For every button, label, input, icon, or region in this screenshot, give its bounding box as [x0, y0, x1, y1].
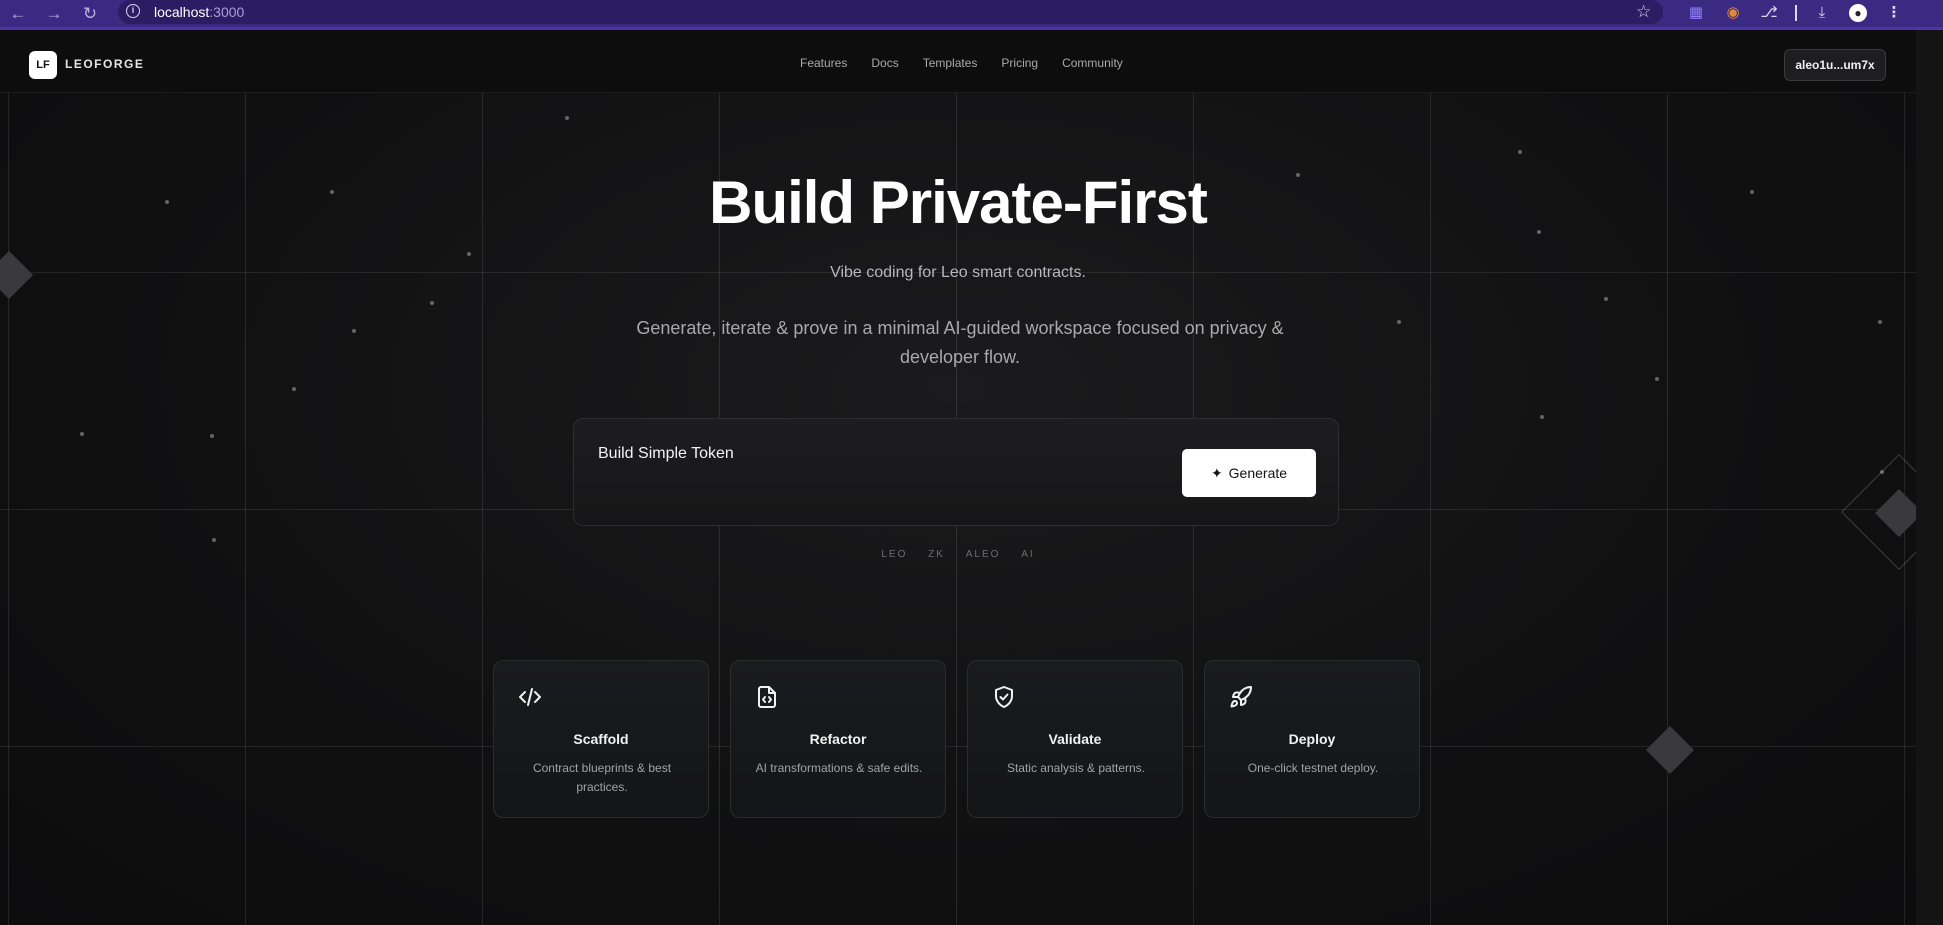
hero-title: Build Private-First [709, 169, 1208, 236]
url-text[interactable]: localhost:3000 [154, 4, 244, 20]
tag: AI [1021, 549, 1035, 560]
star-dot [352, 329, 356, 333]
hero-subtitle: Vibe coding for Leo smart contracts. [830, 264, 1086, 281]
star-dot [212, 538, 216, 542]
generate-button[interactable]: ✦ Generate [1182, 449, 1316, 497]
generate-label: Generate [1228, 465, 1288, 481]
feature-card-validate[interactable]: Validate Static analysis & patterns. [967, 660, 1183, 818]
tag: ALEO [965, 549, 1001, 560]
star-dot [1878, 320, 1882, 324]
star-dot [430, 301, 434, 305]
tag-row: LEO ZK ALEO AI [0, 549, 1916, 560]
hero-description: Generate, iterate & prove in a minimal A… [636, 318, 1284, 367]
nav-templates[interactable]: Templates [923, 56, 978, 70]
site-header: LF LEOFORGE Features Docs Templates Pric… [0, 30, 1916, 93]
download-icon[interactable]: ⤓ [1812, 3, 1832, 23]
logo-text[interactable]: LEOFORGE [65, 57, 144, 71]
feature-description: Static analysis & patterns. [1006, 761, 1146, 775]
profile-avatar-icon[interactable]: ● [1849, 4, 1867, 22]
nav-community[interactable]: Community [1062, 56, 1123, 70]
feature-title: Refactor [809, 731, 867, 747]
decorative-diamond [1645, 725, 1695, 775]
wallet-button[interactable]: aleo1u...um7x [1784, 49, 1886, 81]
star-dot [80, 432, 84, 436]
prompt-input[interactable]: Build Simple Token [598, 445, 734, 463]
feature-title: Deploy [1288, 731, 1336, 747]
tag: LEO [881, 549, 908, 560]
shield-check-icon [995, 686, 1013, 708]
feature-title: Scaffold [573, 731, 629, 747]
reload-icon[interactable]: ↻ [79, 3, 101, 25]
extensions-puzzle-icon[interactable]: ⎇ [1759, 3, 1779, 23]
star-dot [1397, 320, 1401, 324]
extension-icon[interactable]: ▦ [1686, 3, 1706, 23]
star-dot [210, 434, 214, 438]
feature-title: Validate [1048, 731, 1102, 747]
address-bar[interactable]: i localhost:3000 [118, 0, 1663, 24]
nav-pricing[interactable]: Pricing [1001, 56, 1038, 70]
page: LF LEOFORGE Features Docs Templates Pric… [0, 30, 1916, 925]
star-dot [292, 387, 296, 391]
feature-description: Contract blueprints & best practices. [532, 761, 672, 794]
main-nav: Features Docs Templates Pricing Communit… [800, 56, 1123, 70]
bookmark-star-icon[interactable]: ☆ [1636, 2, 1651, 22]
nav-features[interactable]: Features [800, 56, 847, 70]
prompt-box: Build Simple Token ✦ Generate [573, 418, 1339, 526]
code-icon [519, 688, 541, 706]
feature-card-deploy[interactable]: Deploy One-click testnet deploy. [1204, 660, 1420, 818]
feature-card-refactor[interactable]: Refactor AI transformations & safe edits… [730, 660, 946, 818]
scrollbar-track[interactable] [1916, 30, 1943, 925]
site-info-icon[interactable]: i [126, 4, 140, 18]
logo-mark[interactable]: LF [29, 51, 57, 79]
tag: ZK [928, 549, 945, 560]
feature-description: AI transformations & safe edits. [755, 761, 923, 775]
feature-description: One-click testnet deploy. [1247, 761, 1379, 775]
file-code-icon [758, 686, 776, 708]
grid-line [0, 746, 1916, 747]
star-dot [1518, 150, 1522, 154]
fox-extension-icon[interactable]: ◉ [1723, 3, 1743, 23]
back-icon[interactable]: ← [7, 3, 29, 25]
star-dot [1604, 297, 1608, 301]
star-dot [1655, 377, 1659, 381]
star-dot [1540, 415, 1544, 419]
feature-card-scaffold[interactable]: Scaffold Contract blueprints & best prac… [493, 660, 709, 818]
browser-toolbar: ← → ↻ i localhost:3000 ☆ ▦ ◉ ⎇ ⤓ ● ⋮ [0, 0, 1943, 30]
forward-icon[interactable]: → [43, 3, 65, 25]
browser-menu-icon[interactable]: ⋮ [1884, 3, 1904, 23]
toolbar-divider [1795, 5, 1797, 21]
star-dot [467, 252, 471, 256]
nav-docs[interactable]: Docs [871, 56, 898, 70]
sparkles-icon: ✦ [1210, 465, 1223, 481]
star-dot [565, 116, 569, 120]
rocket-icon [1230, 685, 1252, 708]
